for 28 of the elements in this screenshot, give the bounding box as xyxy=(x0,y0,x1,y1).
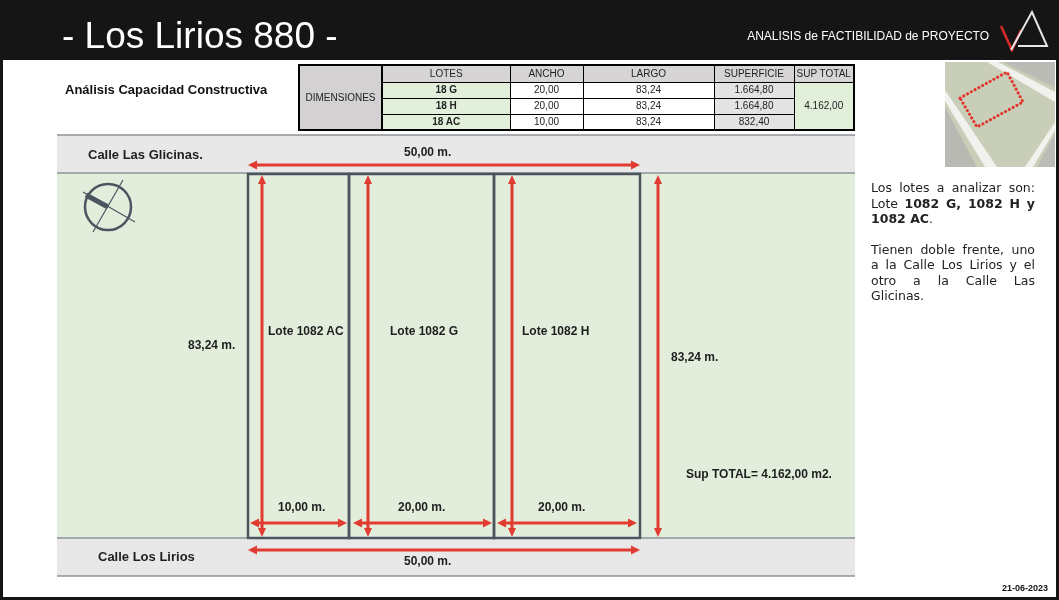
dimension-label: 20,00 m. xyxy=(538,500,586,515)
row-header: DIMENSIONES xyxy=(299,65,382,130)
dimension-label: 20,00 m. xyxy=(398,500,446,515)
header-subtitle: ANALISIS de FACTIBILIDAD de PROYECTO xyxy=(747,30,989,42)
total-area-label: Sup TOTAL= 4.162,00 m2. xyxy=(686,467,832,482)
dimension-label: 83,24 m. xyxy=(188,338,236,353)
compass-icon xyxy=(82,179,136,235)
street-name: Calle Los Lirios xyxy=(98,549,195,565)
note-paragraph: Los lotes a analizar son: Lote 1082 G, 1082 H y 1082 AC. xyxy=(871,180,1035,227)
column-header: ANCHO xyxy=(510,65,583,82)
column-header: SUP TOTAL xyxy=(794,65,854,82)
column-header: LARGO xyxy=(583,65,714,82)
logo-icon xyxy=(999,10,1049,52)
page-title: - Los Lirios 880 - xyxy=(62,16,338,54)
lot-label: Lote 1082 AC xyxy=(268,324,344,339)
lot-label: Lote 1082 G xyxy=(390,324,459,339)
section-title: Análisis Capacidad Constructiva xyxy=(65,82,268,98)
dimension-label: 50,00 m. xyxy=(404,554,452,569)
lot-label: Lote 1082 H xyxy=(522,324,590,339)
dimension-label: 10,00 m. xyxy=(278,500,326,515)
dimension-label: 83,24 m. xyxy=(671,350,719,365)
dimension-label: 50,00 m. xyxy=(404,145,452,160)
table-cell: 4.162,00 xyxy=(794,82,854,130)
street-name: Calle Las Glicinas. xyxy=(88,147,203,163)
date-label: 21-06-2023 xyxy=(1001,584,1048,593)
column-header: LOTES xyxy=(382,65,510,82)
note-paragraph: Tienen doble frente, uno a la Calle Los Lirios y el otro a la Calle Las Glicinas. xyxy=(871,241,1035,304)
column-header: SUPERFICIE xyxy=(714,65,794,82)
